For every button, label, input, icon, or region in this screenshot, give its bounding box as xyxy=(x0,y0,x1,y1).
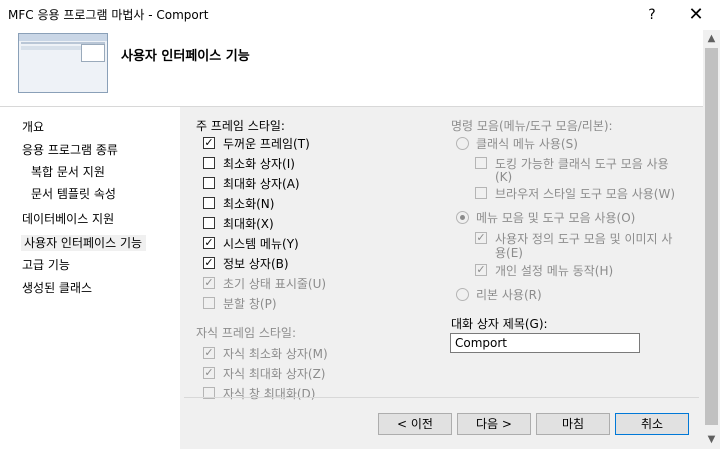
divider xyxy=(184,397,699,398)
ribbon-radio[interactable]: 리본 사용(R) xyxy=(456,287,542,303)
nav-item-advanced[interactable]: 고급 기능 xyxy=(22,257,70,273)
thick-frame-checkbox[interactable]: ✓ 두꺼운 프레임(T) xyxy=(203,136,310,152)
checkbox-check-icon: ✓ xyxy=(203,366,215,379)
child-maximize-box-checkbox[interactable]: ✓ 자식 최대화 상자(Z) xyxy=(203,366,326,382)
user-defined-toolbar-label-cont: 용(E) xyxy=(495,246,523,260)
initial-status-bar-checkbox[interactable]: ✓ 초기 상태 표시줄(U) xyxy=(203,276,326,292)
child-maximized-checkbox[interactable]: 자식 창 최대화(D) xyxy=(203,386,315,402)
nav-item-application-type[interactable]: 응용 프로그램 종류 xyxy=(22,142,118,158)
system-menu-checkbox[interactable]: ✓ 시스템 메뉴(Y) xyxy=(203,236,299,252)
classic-menu-radio[interactable]: 클래식 메뉴 사용(S) xyxy=(456,136,578,152)
checkbox-check-icon: ✓ xyxy=(203,346,215,359)
scroll-down-icon[interactable]: ▼ xyxy=(703,431,720,448)
minimized-checkbox[interactable]: 최소화(N) xyxy=(203,196,274,212)
split-window-checkbox[interactable]: 분할 창(P) xyxy=(203,296,277,312)
nav-item-database-support[interactable]: 데이터베이스 지원 xyxy=(22,211,114,227)
maximized-checkbox[interactable]: 최대화(X) xyxy=(203,216,274,232)
scrollbar-thumb[interactable] xyxy=(705,48,718,425)
cancel-button[interactable]: 취소 xyxy=(615,413,689,435)
checkbox-check-icon: ✓ xyxy=(203,236,215,249)
window-title: MFC 응용 프로그램 마법사 - Comport xyxy=(8,8,209,22)
checkbox-check-icon: ✓ xyxy=(475,231,487,244)
next-button[interactable]: 다음 > xyxy=(457,413,531,435)
about-box-checkbox[interactable]: ✓ 정보 상자(B) xyxy=(203,256,289,272)
page-title: 사용자 인터페이스 기능 xyxy=(121,49,250,64)
nav-item-generated-classes[interactable]: 생성된 클래스 xyxy=(22,280,92,296)
maximize-box-checkbox[interactable]: 최대화 상자(A) xyxy=(203,176,300,192)
menubar-toolbar-radio[interactable]: 메뉴 모음 및 도구 모음 사용(O) xyxy=(456,210,635,226)
nav-item-user-interface[interactable]: 사용자 인터페이스 기능 xyxy=(21,235,147,251)
dialog-title-label: 대화 상자 제목(G): xyxy=(451,317,548,331)
checkbox-check-icon: ✓ xyxy=(475,263,487,276)
previous-button[interactable]: < 이전 xyxy=(378,413,452,435)
close-button[interactable]: ✕ xyxy=(680,3,712,27)
scroll-up-icon[interactable]: ▲ xyxy=(703,30,720,47)
wizard-header: 사용자 인터페이스 기능 xyxy=(0,30,703,107)
checkbox-check-icon: ✓ xyxy=(203,256,215,269)
personalized-menu-checkbox[interactable]: ✓ 개인 설정 메뉴 동작(H) xyxy=(475,263,613,279)
browser-style-toolbar-checkbox[interactable]: 브라우저 스타일 도구 모음 사용(W) xyxy=(475,186,675,202)
dialog-title-input[interactable]: Comport xyxy=(450,333,640,353)
wizard-nav: 개요 응용 프로그램 종류 복합 문서 지원 문서 템플릿 속성 데이터베이스 … xyxy=(0,107,180,449)
window-preview-image xyxy=(18,33,108,93)
nav-item-compound-document[interactable]: 복합 문서 지원 xyxy=(31,164,105,180)
nav-item-document-template[interactable]: 문서 템플릿 속성 xyxy=(31,186,116,202)
minimize-box-checkbox[interactable]: 최소화 상자(I) xyxy=(203,156,295,172)
title-bar: MFC 응용 프로그램 마법사 - Comport ? ✕ xyxy=(0,0,720,30)
checkbox-check-icon: ✓ xyxy=(203,136,215,149)
checkbox-check-icon: ✓ xyxy=(203,276,215,289)
child-frame-style-label: 자식 프레임 스타일: xyxy=(196,326,296,340)
main-frame-style-label: 주 프레임 스타일: xyxy=(196,119,285,133)
command-bar-label: 명령 모음(메뉴/도구 모음/리본): xyxy=(451,119,613,133)
options-panel: 주 프레임 스타일: ✓ 두꺼운 프레임(T) 최소화 상자(I) 최대화 상자(… xyxy=(180,107,703,449)
classic-docking-toolbar-label-cont: (K) xyxy=(495,170,513,184)
vertical-scrollbar[interactable]: ▲ ▼ xyxy=(703,30,720,449)
child-minimize-box-checkbox[interactable]: ✓ 자식 최소화 상자(M) xyxy=(203,346,328,362)
finish-button[interactable]: 마침 xyxy=(536,413,610,435)
help-button[interactable]: ? xyxy=(640,4,664,26)
nav-item-overview[interactable]: 개요 xyxy=(22,119,44,135)
